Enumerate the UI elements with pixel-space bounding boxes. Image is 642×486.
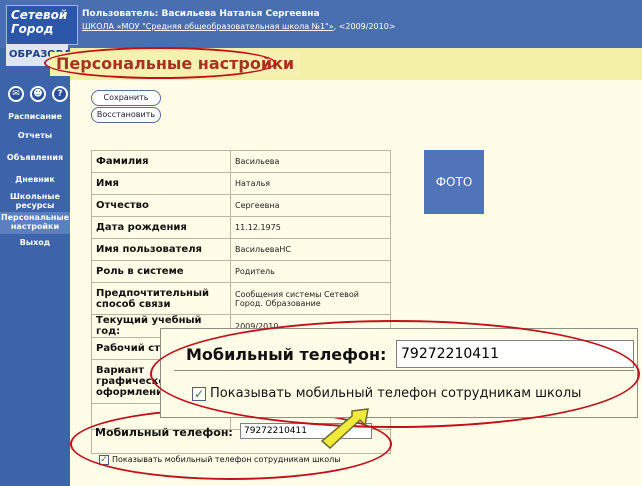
field-label: Предпочтительный способ связи [91,282,231,315]
table-row: Отчество Сергеевна [91,194,391,217]
sidebar-item-personal-settings[interactable]: Персональные настройки [0,212,70,234]
table-row: Фамилия Васильева [91,150,391,173]
table-row: Имя пользователя ВасильеваНС [91,238,391,261]
help-icon[interactable]: ? [52,86,68,102]
school-link[interactable]: ШКОЛА «МОУ "Средняя общеобразовательная … [82,22,334,31]
school-year: , <2009/2010> [333,22,396,31]
save-button[interactable]: Сохранить [91,90,161,106]
field-value: Сергеевна [230,194,391,217]
field-label: Отчество [91,194,231,217]
user-name: Пользователь: Васильева Наталья Сергеевн… [82,9,320,19]
field-label: Имя пользователя [91,238,231,261]
field-value: Васильева [230,150,391,173]
sidebar [0,80,70,486]
pointer-arrow-icon [320,408,369,450]
field-value: Наталья [230,172,391,195]
sidebar-item-exit[interactable]: Выход [0,238,70,247]
field-value: 11.12.1975 [230,216,391,239]
users-icon[interactable]: ☻ [30,86,46,102]
table-row: Имя Наталья [91,172,391,195]
sidebar-item-resources[interactable]: Школьные ресурсы [10,192,60,210]
sidebar-item-schedule[interactable]: Расписание [0,112,70,121]
table-row: Роль в системе Родитель [91,260,391,283]
field-label: Имя [91,172,231,195]
photo-placeholder[interactable]: ФОТО [424,150,484,214]
sidebar-item-reports[interactable]: Отчеты [0,131,70,140]
title-highlight [44,47,276,79]
field-value: Сообщения системы Сетевой Город. Образов… [230,282,391,315]
field-label: Фамилия [91,150,231,173]
field-value: ВасильеваНС [230,238,391,261]
table-row: Дата рождения 11.12.1975 [91,216,391,239]
table-row: Предпочтительный способ связи Сообщения с… [91,282,391,315]
mail-icon[interactable]: ✉ [8,86,24,102]
app-logo[interactable]: Сетевой Город [6,5,78,45]
field-label: Дата рождения [91,216,231,239]
logo-text-1: Сетевой [11,8,68,22]
zoom-highlight [150,320,640,428]
school-line: ШКОЛА «МОУ "Средняя общеобразовательная … [82,22,396,31]
logo-text-2: Город [11,22,54,36]
restore-button[interactable]: Восстановить [91,107,161,123]
sidebar-item-diary[interactable]: Дневник [0,175,70,184]
field-label: Роль в системе [91,260,231,283]
field-value: Родитель [230,260,391,283]
sidebar-item-announcements[interactable]: Объявления [0,153,70,162]
